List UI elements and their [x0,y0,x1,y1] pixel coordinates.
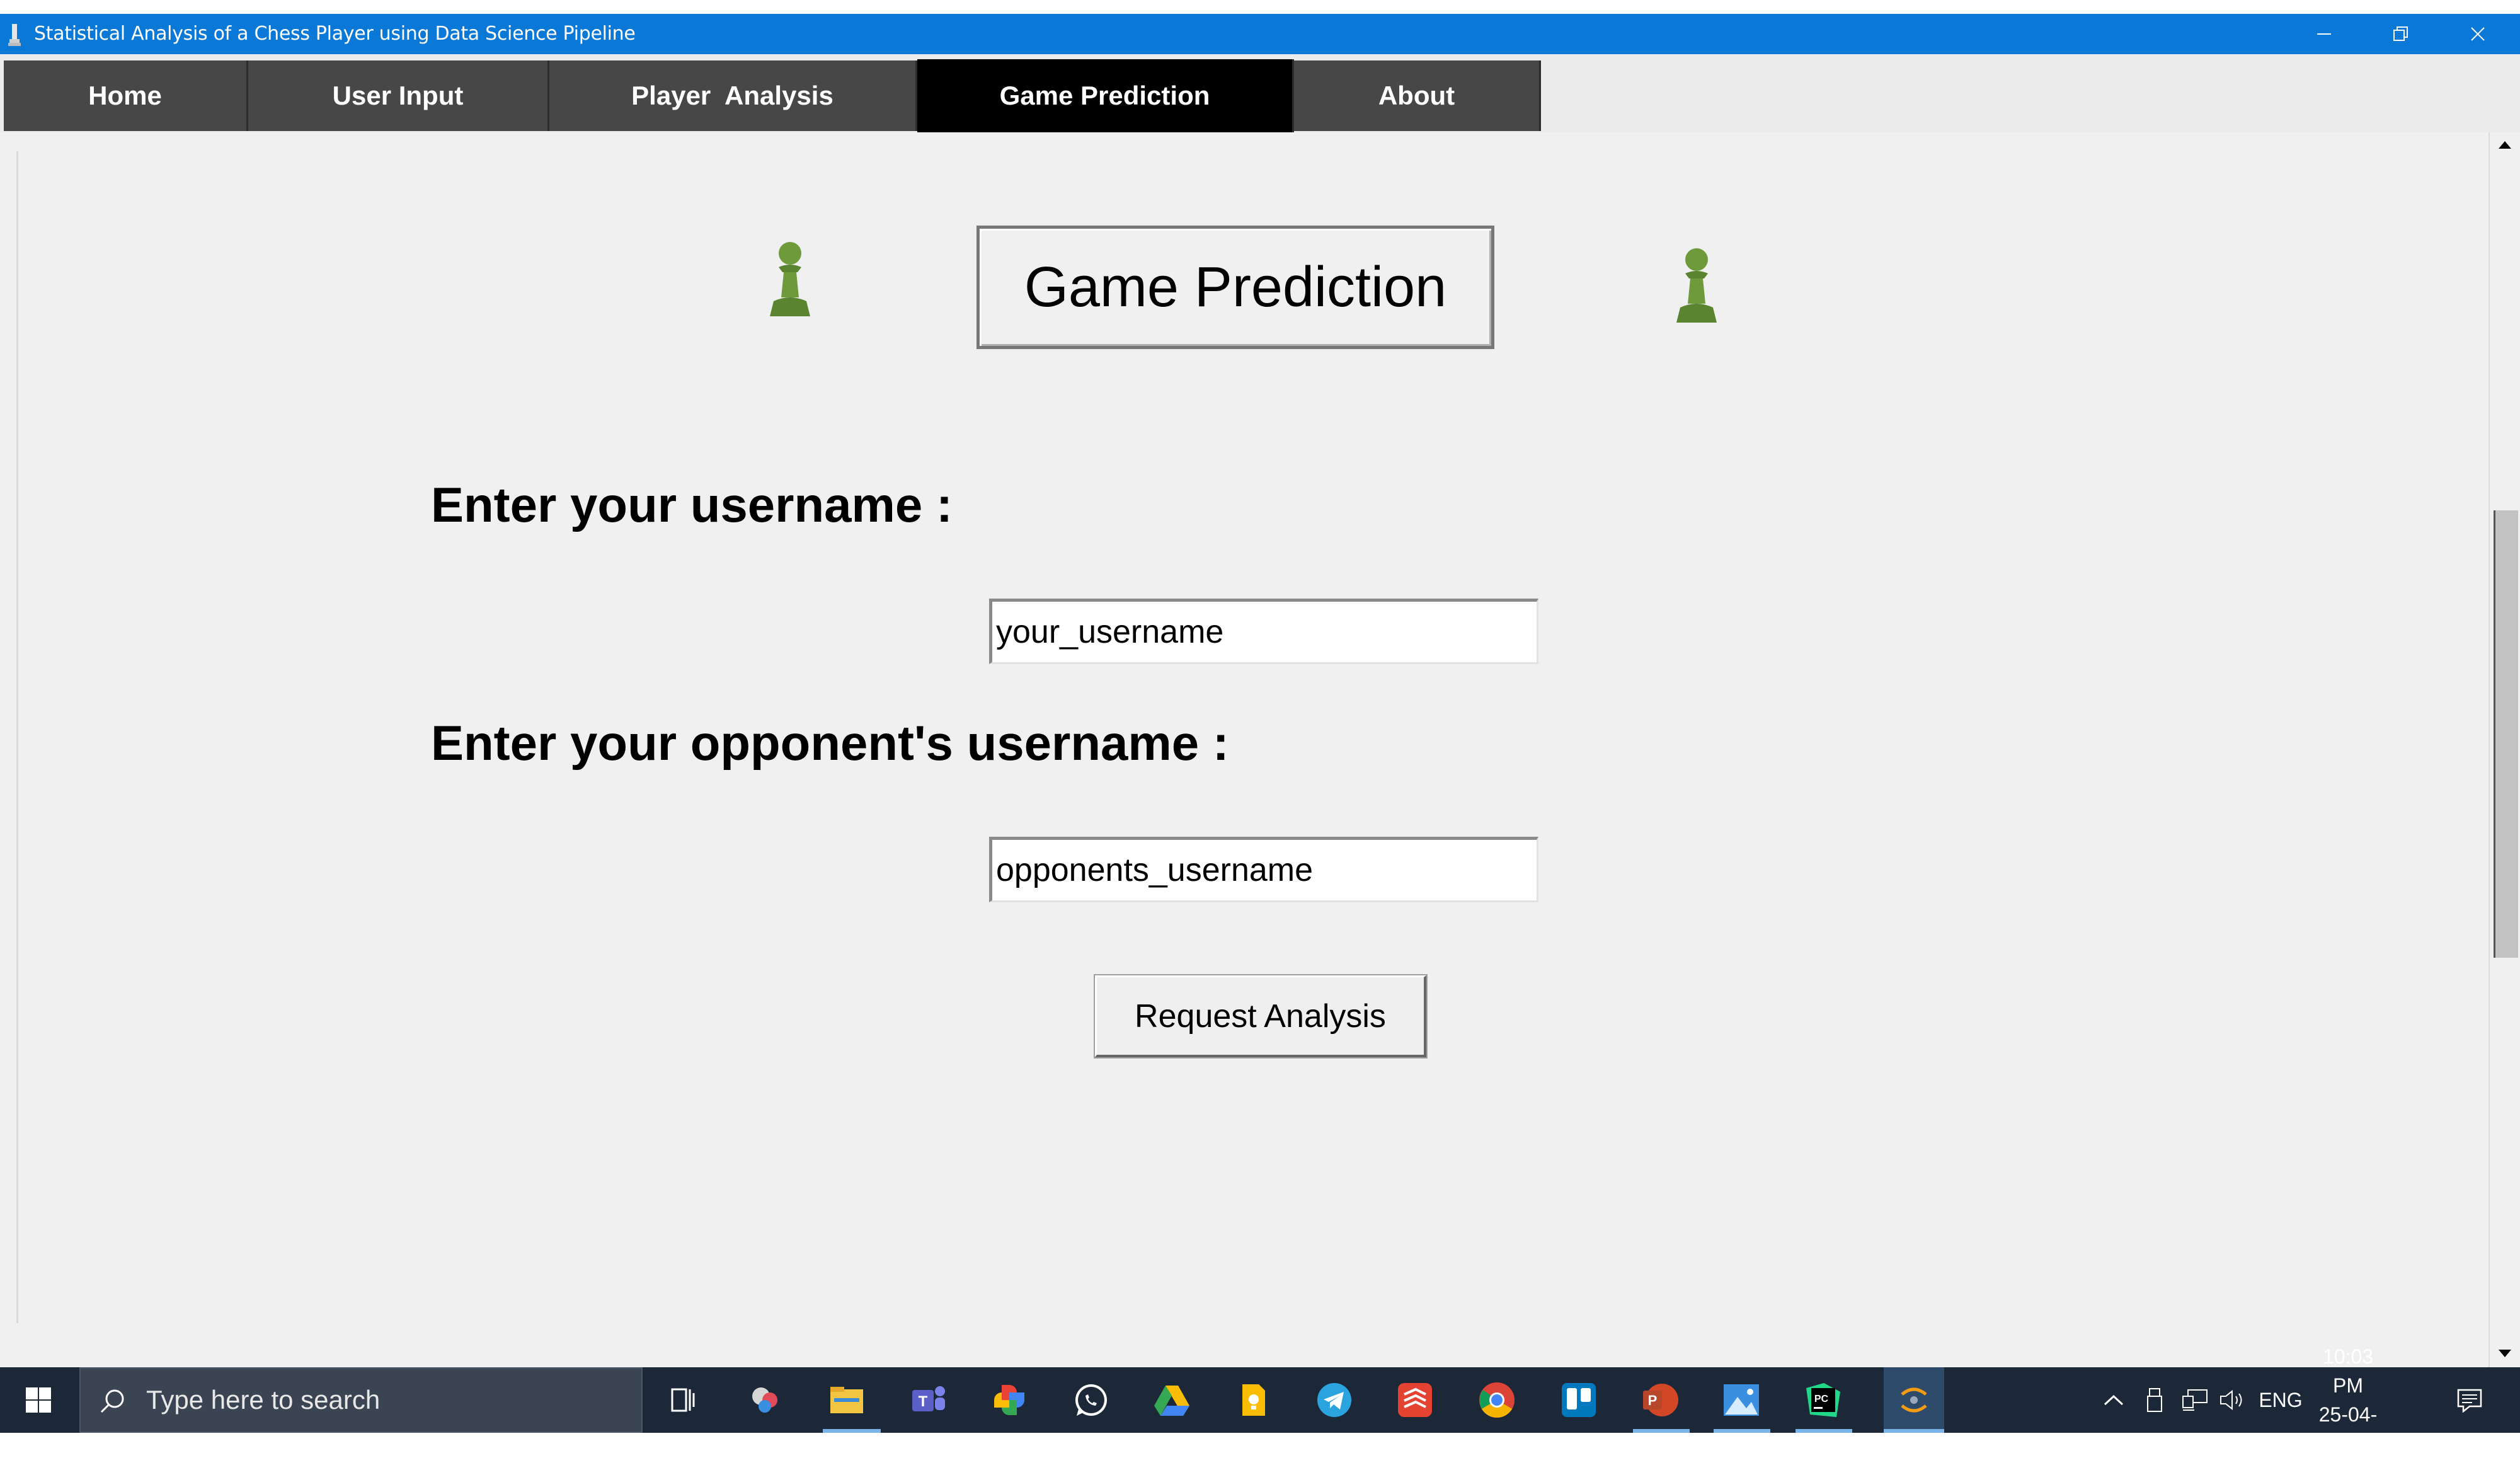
svg-text:T: T [919,1393,928,1410]
teams-icon[interactable]: T [907,1379,950,1421]
whatsapp-icon[interactable] [1070,1379,1113,1421]
clock[interactable]: 10:03 PM 25-04-2021 [2307,1345,2389,1455]
photos-icon[interactable] [988,1379,1031,1421]
chrome-icon[interactable] [1475,1379,1518,1421]
opponent-username-label: Enter your opponent's username : [431,715,1229,771]
python-app-icon[interactable] [1884,1367,1944,1433]
minimize-icon [2317,33,2331,35]
title-bar: Statistical Analysis of a Chess Player u… [0,14,2520,54]
python-app-running-indicator [1884,1429,1944,1433]
taskbar-search-box[interactable]: Type here to search [79,1367,643,1433]
username-label: Enter your username : [431,477,953,532]
telegram-icon[interactable] [1313,1379,1356,1421]
task-view-icon[interactable] [660,1379,703,1421]
scroll-down-icon [2499,1350,2511,1357]
search-placeholder: Type here to search [146,1385,381,1415]
pycharm-icon[interactable]: PC [1802,1379,1845,1421]
show-hidden-icons-button[interactable] [2098,1367,2129,1433]
todoist-icon[interactable] [1394,1379,1436,1421]
window-title: Statistical Analysis of a Chess Player u… [34,23,636,45]
action-center-button[interactable] [2444,1367,2495,1433]
opponent-username-input[interactable] [989,837,1538,902]
app-icon [8,24,21,46]
scroll-up-button[interactable] [2490,132,2520,158]
pawn-icon [1676,248,1717,323]
clock-time: 10:03 PM [2322,1345,2374,1397]
game-prediction-panel: Game Prediction Enter your username : En… [0,132,2488,1367]
windows-icon [26,1387,51,1413]
restore-icon [2393,26,2408,41]
tab-strip: Home User Input Player Analysis Game Pre… [0,54,2520,132]
trello-icon[interactable] [1557,1379,1600,1421]
scrollbar-thumb[interactable] [2494,510,2518,958]
powerpoint-running-indicator [1633,1429,1690,1433]
scroll-up-icon [2499,141,2511,149]
request-analysis-button[interactable]: Request Analysis [1094,974,1428,1059]
tab-game-prediction[interactable]: Game Prediction [917,59,1294,132]
tab-about[interactable]: About [1294,60,1541,131]
restore-button[interactable] [2362,14,2439,54]
network-icon[interactable] [2177,1367,2213,1433]
pycharm-running-indicator [1796,1429,1852,1433]
photos-viewer-icon[interactable] [1720,1379,1763,1421]
clock-date: 25-04-2021 [2318,1403,2378,1455]
file-explorer-icon[interactable] [825,1379,868,1421]
minimize-button[interactable] [2286,14,2362,54]
tab-player-analysis[interactable]: Player Analysis [549,60,917,131]
keep-icon[interactable] [1232,1379,1275,1421]
vertical-scrollbar[interactable] [2488,132,2520,1367]
close-icon [2471,27,2485,41]
photos-running-indicator [1714,1429,1770,1433]
google-drive-icon[interactable] [1150,1379,1193,1421]
usb-icon[interactable] [2141,1367,2168,1433]
pawn-icon [770,242,810,316]
page-title: Game Prediction [976,226,1494,349]
panel-border [16,151,18,1323]
top-strip [0,0,2520,14]
svg-text:P: P [1648,1392,1658,1408]
close-button[interactable] [2439,14,2516,54]
powerpoint-icon[interactable]: P [1639,1379,1682,1421]
svg-text:PC: PC [1814,1394,1829,1404]
tab-home[interactable]: Home [4,60,248,131]
snip-icon[interactable] [745,1379,788,1421]
file-explorer-running-indicator [823,1429,881,1433]
notification-icon [2457,1389,2482,1413]
chevron-up-icon [2104,1394,2124,1406]
start-button[interactable] [0,1367,77,1433]
username-input[interactable] [989,599,1538,664]
scroll-down-button[interactable] [2490,1341,2520,1366]
language-indicator[interactable]: ENG [2255,1367,2306,1433]
search-icon [100,1389,124,1413]
taskbar: Type here to search T P PC ENG 10:03 PM … [0,1345,2520,1455]
volume-icon[interactable] [2216,1367,2248,1433]
tab-user-input[interactable]: User Input [248,60,549,131]
